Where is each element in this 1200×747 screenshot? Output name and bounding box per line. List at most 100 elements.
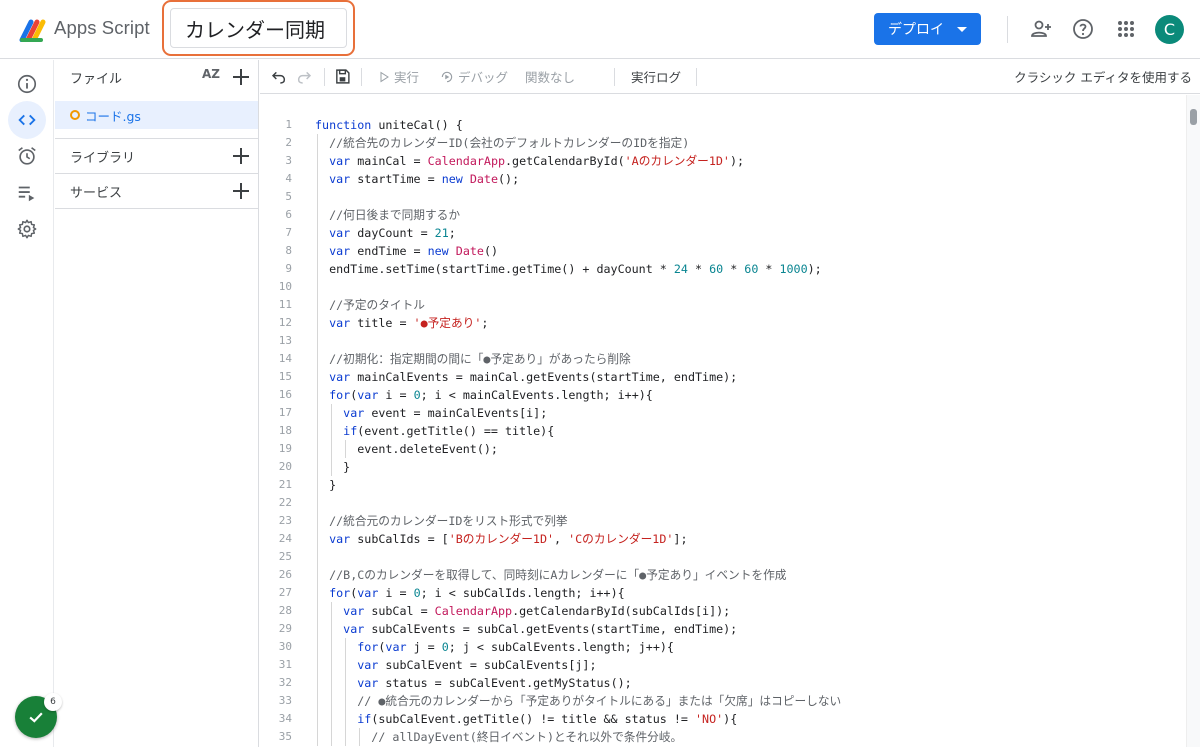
code-editor[interactable]: 1 function uniteCal() {2 //統合先のカレンダーID(会社… <box>260 95 1186 747</box>
code-line[interactable]: 13 <box>260 332 1186 350</box>
classic-editor-link[interactable]: クラシック エディタを使用する <box>1014 60 1192 93</box>
triggers-button[interactable] <box>8 137 46 175</box>
indent-guide <box>317 134 318 746</box>
code-line[interactable]: 32 var status = subCalEvent.getMyStatus(… <box>260 674 1186 692</box>
file-name: コード.gs <box>85 108 141 124</box>
classic-editor-label: クラシック エディタを使用する <box>1014 70 1192 85</box>
code-line[interactable]: 3 var mainCal = CalendarApp.getCalendarB… <box>260 152 1186 170</box>
help-icon[interactable] <box>1071 17 1095 41</box>
editor-button[interactable] <box>8 101 46 139</box>
code-line[interactable]: 27 for(var i = 0; i < subCalIds.length; … <box>260 584 1186 602</box>
line-number: 34 <box>278 712 292 725</box>
indent-guide <box>359 728 361 746</box>
add-library-icon[interactable] <box>233 148 249 164</box>
code-line[interactable]: 26 //B,Cのカレンダーを取得して、同時刻にAカレンダーに「●予定あり」イベ… <box>260 566 1186 584</box>
settings-button[interactable] <box>8 210 46 248</box>
execution-log-button[interactable]: 実行ログ <box>631 60 681 93</box>
debug-button[interactable]: デバッグ <box>440 60 508 93</box>
line-number: 21 <box>278 478 292 491</box>
code-line[interactable]: 19 event.deleteEvent(); <box>260 440 1186 458</box>
code-line[interactable]: 35 // allDayEvent(終日イベント)とそれ以外で条件分岐。 <box>260 728 1186 746</box>
function-select[interactable]: 関数なし <box>525 60 575 93</box>
files-header: ファイル AZ <box>55 60 259 94</box>
line-number: 14 <box>278 352 292 365</box>
run-button[interactable]: 実行 <box>378 60 419 93</box>
run-label: 実行 <box>394 70 420 85</box>
code-line[interactable]: 17 var event = mainCalEvents[i]; <box>260 404 1186 422</box>
add-file-icon[interactable] <box>233 69 249 85</box>
code-line[interactable]: 18 if(event.getTitle() == title){ <box>260 422 1186 440</box>
code-icon <box>18 114 36 126</box>
code-line[interactable]: 16 for(var i = 0; i < mainCalEvents.leng… <box>260 386 1186 404</box>
code-line[interactable]: 34 if(subCalEvent.getTitle() != title &&… <box>260 710 1186 728</box>
code-line[interactable]: 9 endTime.setTime(startTime.getTime() + … <box>260 260 1186 278</box>
editor-scrollbar[interactable] <box>1186 95 1200 747</box>
top-bar: Apps Script カレンダー同期 デプロイ C <box>0 0 1200 59</box>
sort-az-icon[interactable]: AZ <box>202 67 220 81</box>
info-icon <box>17 74 37 94</box>
deploy-button[interactable]: デプロイ <box>874 13 981 45</box>
code-line[interactable]: 8 var endTime = new Date() <box>260 242 1186 260</box>
app-name: Apps Script <box>54 17 150 38</box>
code-line[interactable]: 12 var title = '●予定あり'; <box>260 314 1186 332</box>
file-item[interactable]: コード.gs <box>55 101 258 129</box>
alarm-clock-icon <box>18 147 36 165</box>
services-section[interactable]: サービス <box>55 173 259 208</box>
code-line[interactable]: 15 var mainCalEvents = mainCal.getEvents… <box>260 368 1186 386</box>
code-line[interactable]: 24 var subCalIds = ['Bのカレンダー1D', 'Cのカレンダ… <box>260 530 1186 548</box>
add-service-icon[interactable] <box>233 183 249 199</box>
code-line[interactable]: 25 <box>260 548 1186 566</box>
divider <box>696 68 697 86</box>
libraries-section[interactable]: ライブラリ <box>55 138 259 173</box>
code-line[interactable]: 5 <box>260 188 1186 206</box>
code-text: //予定のタイトル <box>329 298 425 312</box>
overview-button[interactable] <box>8 65 46 103</box>
code-text: // allDayEvent(終日イベント)とそれ以外で条件分岐。 <box>371 730 683 744</box>
save-icon[interactable] <box>334 68 351 85</box>
add-person-icon[interactable] <box>1029 17 1053 41</box>
code-line[interactable]: 33 // ●統合元のカレンダーから「予定ありがタイトルにある」または「欠席」は… <box>260 692 1186 710</box>
line-number: 8 <box>285 244 292 257</box>
code-line[interactable]: 22 <box>260 494 1186 512</box>
redo-icon[interactable] <box>296 69 312 85</box>
files-header-label: ファイル <box>70 72 123 87</box>
indent-guide <box>331 602 333 746</box>
code-text: var subCalIds = ['Bのカレンダー1D', 'Cのカレンダー1D… <box>329 532 688 546</box>
code-text: var startTime = new Date(); <box>329 172 520 186</box>
code-text: for(var j = 0; j < subCalEvents.length; … <box>357 640 674 654</box>
code-line[interactable]: 30 for(var j = 0; j < subCalEvents.lengt… <box>260 638 1186 656</box>
editor-toolbar: 実行 デバッグ 関数なし 実行ログ クラシック エディタを使用する <box>260 60 1200 94</box>
debug-label: デバッグ <box>458 70 509 85</box>
line-number: 30 <box>278 640 292 653</box>
scrollbar-thumb[interactable] <box>1190 109 1197 125</box>
executions-button[interactable] <box>8 174 46 212</box>
code-line[interactable]: 6 //何日後まで同期するか <box>260 206 1186 224</box>
code-line[interactable]: 21 } <box>260 476 1186 494</box>
line-number: 13 <box>278 334 292 347</box>
code-line[interactable]: 10 <box>260 278 1186 296</box>
apps-grid-icon[interactable] <box>1114 17 1138 41</box>
line-number: 6 <box>285 208 292 221</box>
code-line[interactable]: 7 var dayCount = 21; <box>260 224 1186 242</box>
code-text: endTime.setTime(startTime.getTime() + da… <box>315 262 822 276</box>
code-line[interactable]: 31 var subCalEvent = subCalEvents[j]; <box>260 656 1186 674</box>
function-select-label: 関数なし <box>525 70 576 85</box>
code-line[interactable]: 2 //統合先のカレンダーID(会社のデフォルトカレンダーのIDを指定) <box>260 134 1186 152</box>
code-line[interactable]: 20 } <box>260 458 1186 476</box>
line-number: 9 <box>285 262 292 275</box>
playlist-play-icon <box>18 186 35 202</box>
code-line[interactable]: 28 var subCal = CalendarApp.getCalendarB… <box>260 602 1186 620</box>
code-text: //統合元のカレンダーIDをリスト形式で列挙 <box>329 514 568 528</box>
code-line[interactable]: 11 //予定のタイトル <box>260 296 1186 314</box>
code-line[interactable]: 4 var startTime = new Date(); <box>260 170 1186 188</box>
code-text: event.deleteEvent(); <box>315 442 498 456</box>
code-line[interactable]: 23 //統合元のカレンダーIDをリスト形式で列挙 <box>260 512 1186 530</box>
code-line[interactable]: 14 //初期化：指定期間の間に「●予定あり」があったら削除 <box>260 350 1186 368</box>
code-line[interactable]: 1 function uniteCal() { <box>260 116 1186 134</box>
line-number: 27 <box>278 586 292 599</box>
avatar[interactable]: C <box>1155 15 1184 44</box>
undo-icon[interactable] <box>271 69 287 85</box>
indent-guide <box>331 404 333 476</box>
code-line[interactable]: 29 var subCalEvents = subCal.getEvents(s… <box>260 620 1186 638</box>
project-title[interactable]: カレンダー同期 <box>170 8 347 48</box>
